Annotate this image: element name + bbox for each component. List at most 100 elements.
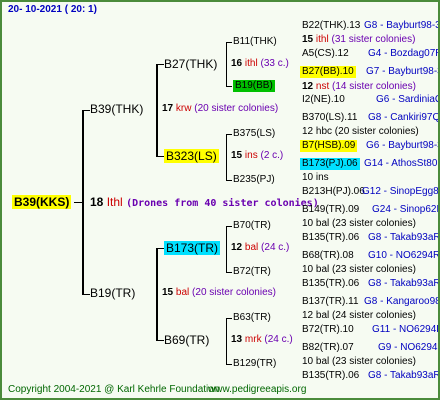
tag: ithl: [315, 34, 329, 45]
g2-b173tr-info: 12 bal (24 c.): [231, 242, 289, 254]
site-link[interactable]: www.pedigreeapis.org: [208, 384, 306, 396]
note: (24 c.): [261, 242, 290, 253]
connector: [82, 110, 90, 111]
g3-b19bb[interactable]: B19(BB): [233, 80, 275, 92]
tag: ins: [244, 150, 258, 161]
g4-origin: G8 - Takab93aR: [368, 278, 440, 289]
g4-origin: G6 - SardiniaQ: [376, 94, 440, 105]
g4-row[interactable]: B72(TR).10: [302, 324, 354, 336]
g4-row[interactable]: B370(LS).11: [302, 112, 357, 124]
g3-b375ls[interactable]: B375(LS): [233, 128, 275, 140]
g4-origin: G8 - Kangaroo98R: [364, 296, 440, 307]
g4-row: 10 bal (23 sister colonies): [302, 218, 416, 229]
g4-row[interactable]: B213H(PJ).06: [302, 186, 365, 198]
root-queen[interactable]: B39(KKS): [12, 195, 72, 209]
g4-row: 12 bal (24 sister colonies): [302, 310, 416, 321]
pedigree-frame: 20- 10-2021 ( 20: 1) B39(KKS) 18 Ithl (D…: [0, 0, 440, 400]
connector: [226, 42, 232, 43]
num: 12: [302, 81, 314, 92]
g4-origin: G8 - Takab93aR: [368, 370, 440, 381]
g4-id[interactable]: B22(THK).13: [302, 20, 360, 31]
g4-row: 10 ins: [302, 172, 329, 183]
note: (2 c.): [260, 150, 284, 161]
note: (33 c.): [260, 58, 289, 69]
tag: krw: [175, 103, 192, 114]
num: 15: [162, 287, 174, 298]
g3-b72tr[interactable]: B72(TR): [233, 266, 271, 278]
g4-row[interactable]: B82(TR).07: [302, 342, 354, 354]
connector: [156, 64, 164, 65]
g3-b11thk[interactable]: B11(THK): [233, 36, 277, 48]
g3-b70tr[interactable]: B70(TR): [233, 220, 271, 232]
g4-row[interactable]: B135(TR).06: [302, 278, 359, 290]
date-stamp: 20- 10-2021 ( 20: 1): [8, 4, 97, 15]
note: (20 sister colonies): [194, 103, 279, 114]
g4-row[interactable]: B27(BB).10: [300, 66, 356, 78]
connector: [156, 248, 164, 249]
g4-origin: G9 - NO6294R: [378, 342, 440, 353]
parent-top-info: 17 krw (20 sister colonies): [162, 103, 278, 115]
g4-origin: G8 - Takab93aR: [368, 232, 440, 243]
g4-row[interactable]: I2(NE).10: [302, 94, 345, 106]
root-tag: Ithl: [106, 195, 123, 209]
g4-row: 10 bal (23 sister colonies): [302, 356, 416, 367]
connector: [156, 340, 164, 341]
g4-row[interactable]: A5(CS).12: [302, 48, 349, 60]
g4-origin: G7 - Bayburt98-3: [366, 66, 440, 77]
connector: [156, 248, 158, 340]
g4-row: 12 hbc (20 sister colonies): [302, 126, 419, 137]
connector: [156, 64, 158, 156]
parent-top[interactable]: B39(THK): [90, 102, 143, 116]
connector: [226, 180, 232, 181]
g4-row[interactable]: B149(TR).09: [302, 204, 359, 216]
connector: [156, 156, 164, 157]
g4-row[interactable]: B135(TR).06: [302, 370, 359, 382]
connector: [226, 364, 232, 365]
num: 12: [231, 242, 243, 253]
tag: mrk: [244, 334, 262, 345]
tag: bal: [244, 242, 259, 253]
connector: [74, 202, 84, 203]
g2-b173tr[interactable]: B173(TR): [164, 241, 221, 255]
g4-origin: G11 - NO6294R: [372, 324, 440, 335]
g4-row: 15 ithl (31 sister colonies): [302, 34, 415, 46]
g4-row[interactable]: B173(PJ).06: [300, 158, 360, 170]
num: 13: [231, 334, 243, 345]
g3-b63tr[interactable]: B63(TR): [233, 312, 271, 324]
g3-b129tr[interactable]: B129(TR): [233, 358, 276, 370]
g2-b323ls[interactable]: B323(LS): [164, 149, 219, 163]
connector: [82, 294, 90, 295]
g2-b69tr[interactable]: B69(TR): [164, 333, 209, 347]
g4-origin: G10 - NO6294R: [368, 250, 440, 261]
connector: [226, 86, 232, 87]
g2-b27thk[interactable]: B27(THK): [164, 57, 217, 71]
g4-row: B22(THK).13: [302, 20, 360, 32]
connector: [226, 42, 227, 86]
num: 15: [231, 150, 243, 161]
num: 17: [162, 103, 174, 114]
connector: [226, 134, 227, 180]
num: 15: [302, 34, 314, 45]
connector: [226, 226, 227, 272]
g4-origin: G24 - Sinop62R: [372, 204, 440, 215]
g4-origin: G4 - Bozdag07R: [368, 48, 440, 59]
root-info: 18 Ithl (Drones from 40 sister colonies): [90, 195, 319, 211]
g4-origin: G12 - SinopEgg86R: [362, 186, 439, 197]
tag: nst: [315, 81, 330, 92]
g4-row[interactable]: B68(TR).08: [302, 250, 354, 262]
g4-row[interactable]: B135(TR).06: [302, 232, 359, 244]
note: (20 sister colonies): [192, 287, 276, 298]
tag: ithl: [244, 58, 258, 69]
g4-row: 10 bal (23 sister colonies): [302, 264, 416, 275]
g4-row[interactable]: B137(TR).11: [302, 296, 359, 308]
g2-b69tr-info: 13 mrk (24 c.): [231, 334, 293, 346]
num: 16: [231, 58, 243, 69]
connector: [226, 272, 232, 273]
parent-bottom-info: 15 bal (20 sister colonies): [162, 287, 276, 299]
parent-bottom[interactable]: B19(TR): [90, 286, 135, 300]
g4-row[interactable]: B7(HSB).09: [300, 140, 358, 152]
connector: [226, 134, 232, 135]
note: (24 c.): [264, 334, 293, 345]
g3-b235pj[interactable]: B235(PJ): [233, 174, 275, 186]
note: (14 sister colonies): [332, 81, 416, 92]
